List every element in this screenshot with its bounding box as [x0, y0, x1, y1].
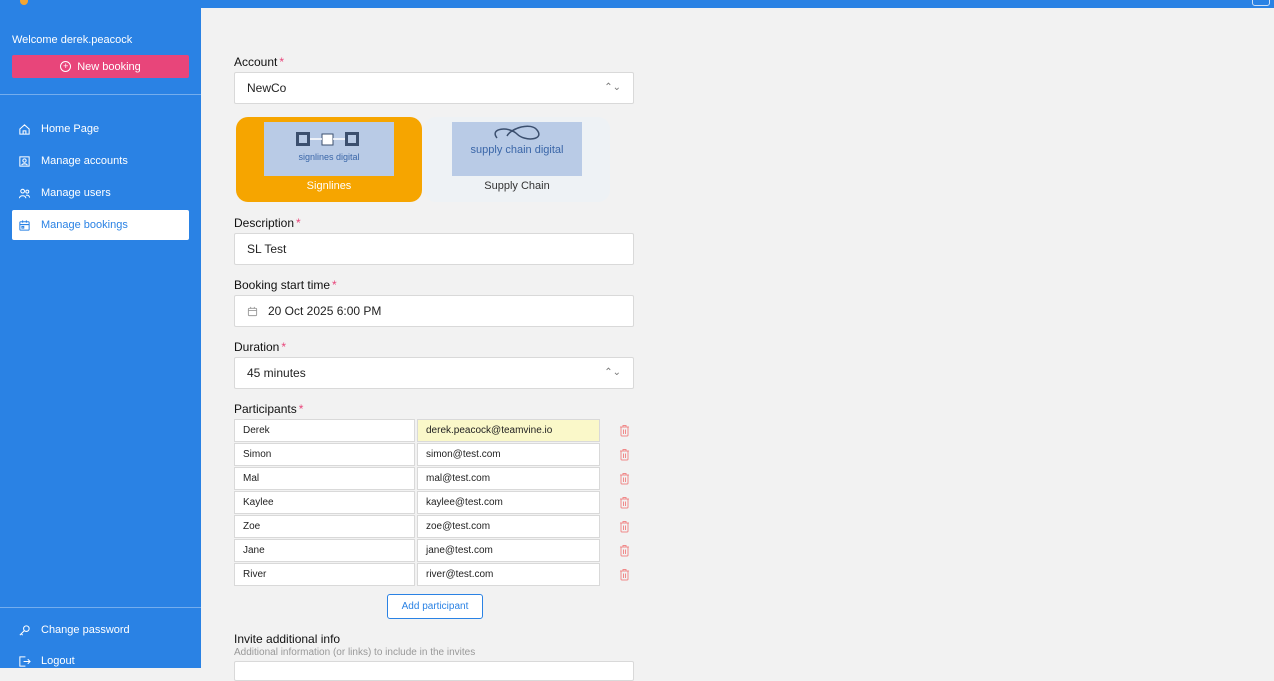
- participant-row: Derek derek.peacock@teamvine.io: [234, 419, 634, 442]
- description-input[interactable]: SL Test: [234, 233, 634, 265]
- brand-tile-signlines[interactable]: signlines digital Signlines: [236, 117, 422, 202]
- participant-name-input[interactable]: River: [234, 563, 415, 586]
- description-label: Description *: [234, 216, 301, 230]
- sidebar-item-label: Change password: [41, 624, 130, 636]
- sidebar: Welcome derek.peacock + New booking Home…: [0, 8, 201, 668]
- new-booking-button[interactable]: + New booking: [12, 55, 189, 78]
- sidebar-item-label: Manage bookings: [41, 219, 128, 231]
- participant-name-input[interactable]: Zoe: [234, 515, 415, 538]
- change-password-item[interactable]: Change password: [12, 615, 189, 645]
- home-icon: [19, 123, 30, 135]
- participant-row: Mal mal@test.com: [234, 467, 634, 490]
- participant-email-input[interactable]: jane@test.com: [417, 539, 600, 562]
- sidebar-divider: [0, 94, 201, 95]
- sidebar-item-home[interactable]: Home Page: [12, 114, 189, 144]
- participant-name-input[interactable]: Simon: [234, 443, 415, 466]
- invite-info-textarea[interactable]: [234, 661, 634, 681]
- select-chevron-icon: ⌃⌄: [604, 367, 621, 378]
- duration-label: Duration *: [234, 340, 287, 354]
- start-time-label: Booking start time *: [234, 278, 337, 292]
- sidebar-item-bookings[interactable]: Manage bookings: [12, 210, 189, 240]
- participant-row: Zoe zoe@test.com: [234, 515, 634, 538]
- sidebar-item-users[interactable]: Manage users: [12, 178, 189, 208]
- description-value: SL Test: [247, 242, 287, 256]
- key-icon: [19, 624, 30, 636]
- participant-email-input[interactable]: zoe@test.com: [417, 515, 600, 538]
- select-chevron-icon: ⌃⌄: [604, 82, 621, 93]
- participant-row: Simon simon@test.com: [234, 443, 634, 466]
- accounts-icon: [19, 155, 30, 167]
- plus-circle-icon: +: [60, 61, 72, 72]
- trash-icon[interactable]: [619, 472, 630, 485]
- participant-name-input[interactable]: Kaylee: [234, 491, 415, 514]
- trash-icon[interactable]: [619, 544, 630, 557]
- participant-name-input[interactable]: Jane: [234, 539, 415, 562]
- account-value: NewCo: [247, 81, 287, 95]
- brand-caption: Signlines: [306, 180, 352, 192]
- trash-icon[interactable]: [619, 496, 630, 509]
- participants-label: Participants *: [234, 402, 304, 416]
- trash-icon[interactable]: [619, 448, 630, 461]
- duration-select[interactable]: 45 minutes ⌃⌄: [234, 357, 634, 389]
- logout-icon: [19, 655, 31, 667]
- sidebar-divider: [0, 607, 201, 608]
- new-booking-label: New booking: [77, 60, 141, 73]
- sidebar-item-label: Manage users: [41, 187, 111, 199]
- participant-row: River river@test.com: [234, 563, 634, 586]
- signlines-logo: signlines digital: [264, 122, 394, 176]
- brand-tile-supply-chain[interactable]: supply chain digital Supply Chain: [424, 117, 610, 202]
- trash-icon[interactable]: [619, 424, 630, 437]
- sidebar-item-accounts[interactable]: Manage accounts: [12, 146, 189, 176]
- sidebar-item-label: Home Page: [41, 123, 100, 135]
- start-time-picker[interactable]: 20 Oct 2025 6:00 PM: [234, 295, 634, 327]
- account-label: Account *: [234, 55, 285, 69]
- sidebar-item-label: Logout: [41, 655, 75, 667]
- duration-value: 45 minutes: [247, 366, 306, 380]
- welcome-text: Welcome derek.peacock: [12, 34, 133, 46]
- calendar-icon: [19, 219, 30, 231]
- app-logo: [20, 0, 28, 5]
- participant-name-input[interactable]: Mal: [234, 467, 415, 490]
- invite-info-hint: Additional information (or links) to inc…: [234, 647, 476, 658]
- start-time-value: 20 Oct 2025 6:00 PM: [268, 304, 382, 318]
- invite-info-label: Invite additional info: [234, 632, 341, 646]
- trash-icon[interactable]: [619, 568, 630, 581]
- users-icon: [18, 188, 31, 198]
- logout-item[interactable]: Logout: [12, 646, 189, 676]
- add-participant-button[interactable]: Add participant: [387, 594, 483, 619]
- participant-email-input[interactable]: mal@test.com: [417, 467, 600, 490]
- participant-email-input[interactable]: simon@test.com: [417, 443, 600, 466]
- brand-caption: Supply Chain: [484, 180, 550, 192]
- participant-row: Kaylee kaylee@test.com: [234, 491, 634, 514]
- window-corner-button[interactable]: [1252, 0, 1270, 6]
- top-bar: [0, 0, 1274, 8]
- account-select[interactable]: NewCo ⌃⌄: [234, 72, 634, 104]
- participant-email-input[interactable]: kaylee@test.com: [417, 491, 600, 514]
- supply-chain-logo: supply chain digital: [452, 122, 582, 176]
- participant-name-input[interactable]: Derek: [234, 419, 415, 442]
- trash-icon[interactable]: [619, 520, 630, 533]
- participant-email-input[interactable]: derek.peacock@teamvine.io: [417, 419, 600, 442]
- participant-row: Jane jane@test.com: [234, 539, 634, 562]
- calendar-icon: [247, 306, 258, 316]
- participant-email-input[interactable]: river@test.com: [417, 563, 600, 586]
- sidebar-item-label: Manage accounts: [41, 155, 128, 167]
